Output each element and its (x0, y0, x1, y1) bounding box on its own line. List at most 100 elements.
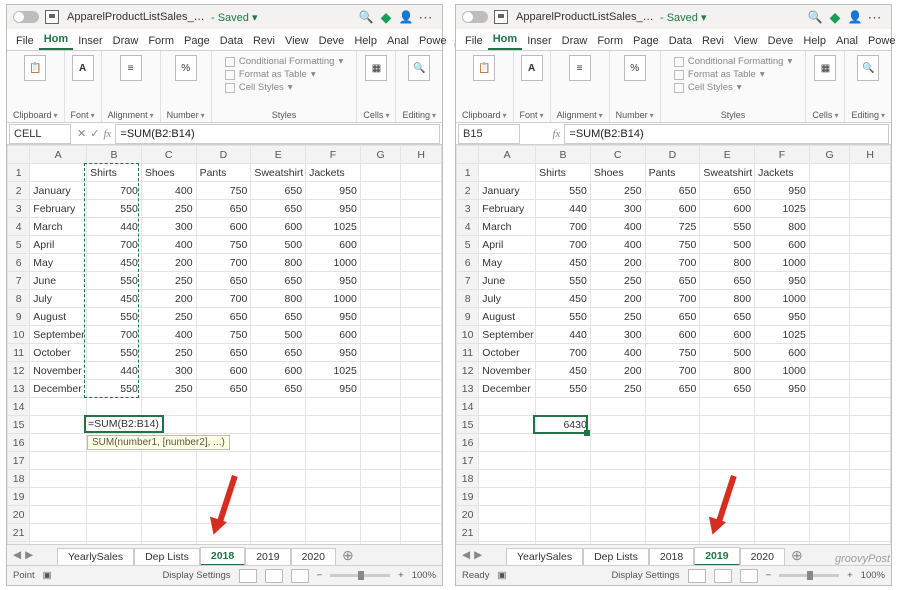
tab-draw[interactable]: Draw (108, 32, 144, 50)
cell[interactable] (251, 524, 306, 542)
cell[interactable]: 950 (306, 344, 361, 362)
select-all[interactable] (457, 146, 479, 164)
cell[interactable] (645, 434, 700, 452)
cell[interactable] (87, 452, 142, 470)
cell[interactable]: 750 (645, 236, 700, 254)
row-header[interactable]: 10 (8, 326, 30, 344)
tab-data[interactable]: Data (215, 32, 248, 50)
sheet-tab-2020[interactable]: 2020 (291, 548, 336, 565)
cell[interactable]: 700 (536, 236, 591, 254)
col-header-H[interactable]: H (401, 146, 442, 164)
cell[interactable] (141, 542, 196, 545)
cell[interactable] (401, 272, 442, 290)
cell[interactable] (141, 524, 196, 542)
cell[interactable] (809, 542, 850, 545)
row-header[interactable]: 11 (457, 344, 479, 362)
col-header-F[interactable]: F (755, 146, 810, 164)
cell[interactable] (479, 434, 536, 452)
cell[interactable]: 700 (536, 218, 591, 236)
col-header-A[interactable]: A (479, 146, 536, 164)
cell[interactable] (850, 200, 891, 218)
cell[interactable] (360, 434, 401, 452)
cell[interactable]: 700 (536, 344, 591, 362)
tab-anal[interactable]: Anal (382, 32, 414, 50)
cell[interactable]: 550 (536, 272, 591, 290)
fill-handle[interactable] (584, 430, 590, 436)
cell[interactable] (809, 290, 850, 308)
cell[interactable]: October (30, 344, 87, 362)
cell[interactable]: 550 (87, 272, 142, 290)
cell[interactable] (360, 362, 401, 380)
display-settings[interactable]: Display Settings (162, 570, 230, 581)
cell[interactable] (809, 308, 850, 326)
cell[interactable]: 1025 (306, 362, 361, 380)
cell[interactable]: 250 (590, 272, 645, 290)
group-clipboard[interactable]: 📋 Clipboard (456, 51, 514, 122)
cell[interactable] (196, 398, 251, 416)
cell[interactable]: 700 (87, 182, 142, 200)
cell[interactable]: 600 (645, 326, 700, 344)
macro-icon[interactable]: ▣ (497, 570, 506, 581)
cell[interactable]: Shoes (590, 164, 645, 182)
cell[interactable]: 800 (700, 290, 755, 308)
row-header[interactable]: 7 (8, 272, 30, 290)
cell[interactable] (196, 470, 251, 488)
cell[interactable]: 950 (755, 380, 810, 398)
cell[interactable] (30, 470, 87, 488)
cell[interactable] (536, 434, 591, 452)
cell[interactable]: 650 (251, 182, 306, 200)
cell[interactable] (401, 344, 442, 362)
group-editing[interactable]: 🔍 Editing (396, 51, 442, 122)
cell[interactable] (645, 542, 700, 545)
cell[interactable]: 1000 (755, 362, 810, 380)
macro-icon[interactable]: ▣ (43, 570, 52, 581)
cell[interactable] (809, 488, 850, 506)
cell[interactable]: 6430 (536, 416, 591, 434)
row-header[interactable]: 9 (8, 308, 30, 326)
cell[interactable] (401, 506, 442, 524)
group-editing[interactable]: 🔍 Editing (845, 51, 891, 122)
name-box[interactable]: CELL (9, 124, 71, 144)
col-header-C[interactable]: C (590, 146, 645, 164)
sheet-tab-2018[interactable]: 2018 (649, 548, 694, 565)
cell[interactable]: 650 (251, 380, 306, 398)
sheet-tab-2019[interactable]: 2019 (245, 548, 290, 565)
tab-data[interactable]: Data (664, 32, 697, 50)
row-header[interactable]: 4 (8, 218, 30, 236)
editing-icon[interactable]: 🔍 (857, 55, 879, 81)
cell[interactable]: Shoes (141, 164, 196, 182)
enter-icon[interactable]: ✓ (90, 127, 99, 140)
col-header-G[interactable]: G (360, 146, 401, 164)
cell[interactable] (700, 434, 755, 452)
cell[interactable] (850, 344, 891, 362)
cell[interactable] (306, 452, 361, 470)
cell[interactable]: Shirts (87, 164, 142, 182)
cell[interactable]: 600 (251, 218, 306, 236)
cell[interactable]: 400 (141, 236, 196, 254)
cell[interactable] (479, 524, 536, 542)
cell[interactable]: 650 (196, 200, 251, 218)
cell[interactable] (30, 434, 87, 452)
cell[interactable]: September (479, 326, 536, 344)
cell[interactable]: 750 (196, 326, 251, 344)
premium-icon[interactable]: ◆ (825, 7, 845, 27)
cell[interactable]: 650 (196, 344, 251, 362)
cell[interactable] (645, 524, 700, 542)
cell[interactable] (87, 542, 142, 545)
cell[interactable] (536, 488, 591, 506)
col-header-A[interactable]: A (30, 146, 87, 164)
row-header[interactable]: 13 (457, 380, 479, 398)
col-header-B[interactable]: B (536, 146, 591, 164)
view-layout-icon[interactable] (714, 569, 732, 583)
cell[interactable] (850, 470, 891, 488)
group-styles[interactable]: Conditional Formatting▾ Format as Table▾… (212, 51, 358, 122)
tab-help[interactable]: Help (349, 32, 382, 50)
cell[interactable] (850, 380, 891, 398)
group-font[interactable]: A Font (514, 51, 551, 122)
number-icon[interactable]: % (624, 55, 646, 81)
cell[interactable] (87, 398, 142, 416)
cell[interactable] (360, 506, 401, 524)
cell[interactable]: 300 (590, 200, 645, 218)
row-header[interactable]: 16 (457, 434, 479, 452)
sheet-tab-2018[interactable]: 2018 (200, 547, 245, 566)
